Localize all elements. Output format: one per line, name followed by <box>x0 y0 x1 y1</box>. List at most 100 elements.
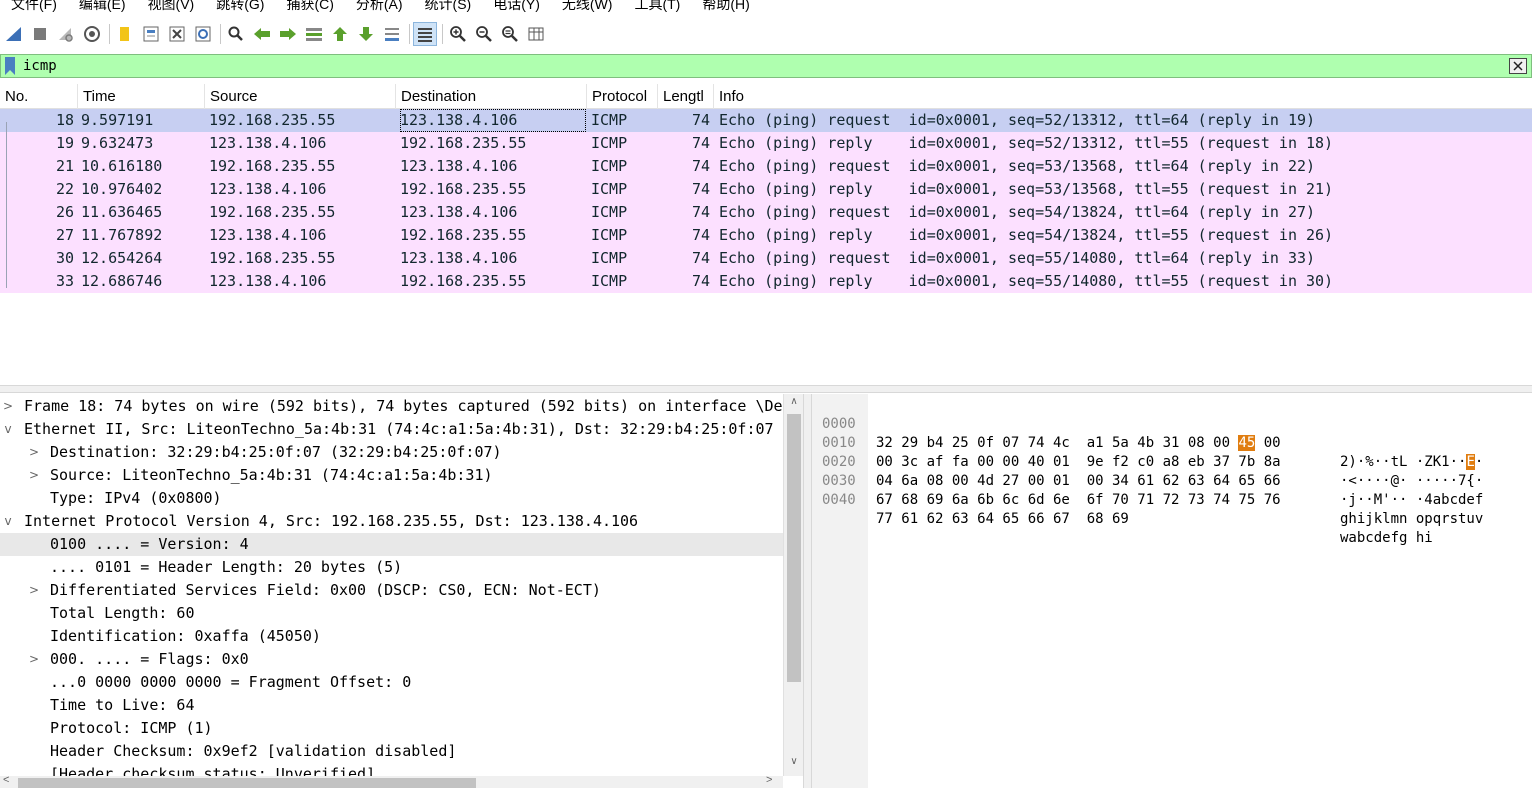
goto-icon[interactable] <box>302 22 326 46</box>
hex-bytes[interactable]: 32 29 b4 25 0f 07 74 4c a1 5a 4b 31 08 0… <box>876 434 1281 453</box>
expand-chevron-icon[interactable]: > <box>2 395 14 418</box>
tree-row-ip-flags[interactable]: > 000. .... = Flags: 0x0 <box>0 648 803 671</box>
find-icon[interactable] <box>224 22 248 46</box>
expand-chevron-icon[interactable]: > <box>28 464 40 487</box>
hex-bytes[interactable]: 77 61 62 63 64 65 66 67 68 69 <box>876 510 1129 529</box>
packet-row[interactable]: 26 11.636465 192.168.235.55 123.138.4.10… <box>0 201 1532 224</box>
column-header-info[interactable]: Info <box>714 84 1532 109</box>
restart-icon[interactable] <box>54 22 78 46</box>
packet-row[interactable]: 21 10.616180 192.168.235.55 123.138.4.10… <box>0 155 1532 178</box>
packet-row[interactable]: 19 9.632473 123.138.4.106 192.168.235.55… <box>0 132 1532 155</box>
first-packet-icon[interactable] <box>328 22 352 46</box>
expand-chevron-icon[interactable]: > <box>28 579 40 602</box>
open-icon[interactable] <box>113 22 137 46</box>
tree-row-eth-destination[interactable]: > Destination: 32:29:b4:25:0f:07 (32:29:… <box>0 441 803 464</box>
display-filter-input[interactable] <box>23 55 1507 77</box>
ascii-bytes[interactable]: ·<····@· ·····7{· <box>1340 472 1483 491</box>
last-packet-icon[interactable] <box>354 22 378 46</box>
tree-row-ip-header-length[interactable]: .... 0101 = Header Length: 20 bytes (5) <box>0 556 803 579</box>
tree-row-ip-dsfield[interactable]: > Differentiated Services Field: 0x00 (D… <box>0 579 803 602</box>
column-header-protocol[interactable]: Protocol <box>587 84 658 109</box>
menu-view[interactable]: 视图(V) <box>137 0 206 14</box>
tree-row-ip-protocol[interactable]: Protocol: ICMP (1) <box>0 717 803 740</box>
column-header-destination[interactable]: Destination <box>396 84 587 109</box>
tree-row-ip-total-length[interactable]: Total Length: 60 <box>0 602 803 625</box>
ascii-bytes[interactable]: ·j··M'·· ·4abcdef <box>1340 491 1483 510</box>
tree-row-eth-type[interactable]: Type: IPv4 (0x0800) <box>0 487 803 510</box>
hex-byte-selected[interactable]: 45 <box>1238 435 1256 451</box>
resize-columns-icon[interactable] <box>524 22 548 46</box>
forward-icon[interactable] <box>276 22 300 46</box>
ascii-bytes[interactable]: wabcdefg hi <box>1340 529 1433 548</box>
colorize-icon[interactable] <box>413 22 437 46</box>
column-header-time[interactable]: Time <box>78 84 205 109</box>
packet-row[interactable]: 30 12.654264 192.168.235.55 123.138.4.10… <box>0 247 1532 270</box>
tree-row-ip-checksum[interactable]: Header Checksum: 0x9ef2 [validation disa… <box>0 740 803 763</box>
zoom-out-icon[interactable] <box>472 22 496 46</box>
menu-edit[interactable]: 编辑(E) <box>68 0 137 14</box>
menu-tools[interactable]: 工具(T) <box>623 0 691 14</box>
tree-row-ip-version[interactable]: 0100 .... = Version: 4 <box>0 533 803 556</box>
menu-help[interactable]: 帮助(H) <box>691 0 760 14</box>
back-icon[interactable] <box>250 22 274 46</box>
details-scroll-thumb[interactable] <box>787 414 801 682</box>
scroll-up-arrow-icon[interactable]: ∧ <box>787 396 801 410</box>
tree-row-ipv4[interactable]: v Internet Protocol Version 4, Src: 192.… <box>0 510 803 533</box>
menu-go[interactable]: 跳转(G) <box>205 0 275 14</box>
collapse-chevron-icon[interactable]: v <box>2 418 14 441</box>
pane-splitter-vertical[interactable] <box>803 394 812 788</box>
tree-row-ethernet[interactable]: v Ethernet II, Src: LiteonTechno_5a:4b:3… <box>0 418 803 441</box>
packet-row[interactable]: 33 12.686746 123.138.4.106 192.168.235.5… <box>0 270 1532 293</box>
clear-filter-icon[interactable] <box>1507 56 1529 76</box>
details-hscroll-thumb[interactable] <box>18 778 476 788</box>
ascii-byte-selected[interactable]: E <box>1466 454 1475 470</box>
reload-icon[interactable] <box>191 22 215 46</box>
bookmark-icon[interactable] <box>3 56 17 76</box>
pane-splitter-horizontal[interactable] <box>0 385 1532 393</box>
hex-bytes[interactable]: 00 3c af fa 00 00 40 01 9e f2 c0 a8 eb 3… <box>876 453 1281 472</box>
stop-icon[interactable] <box>28 22 52 46</box>
menu-analyze[interactable]: 分析(A) <box>345 0 414 14</box>
autoscroll-icon[interactable] <box>380 22 404 46</box>
expand-chevron-icon[interactable]: > <box>28 441 40 464</box>
column-header-source[interactable]: Source <box>205 84 396 109</box>
hex-bytes[interactable]: 04 6a 08 00 4d 27 00 01 00 34 61 62 63 6… <box>876 472 1281 491</box>
zoom-in-icon[interactable] <box>446 22 470 46</box>
scroll-left-arrow-icon[interactable]: < <box>3 774 9 786</box>
bytes-row[interactable]: 0020 04 6a 08 00 4d 27 00 01 00 34 61 62… <box>812 434 1483 508</box>
column-header-no[interactable]: No. <box>0 84 78 109</box>
shark-fin-icon[interactable] <box>2 22 26 46</box>
tree-row-eth-source[interactable]: > Source: LiteonTechno_5a:4b:31 (74:4c:a… <box>0 464 803 487</box>
menu-telephony[interactable]: 电话(Y) <box>482 0 551 14</box>
collapse-chevron-icon[interactable]: v <box>2 510 14 533</box>
tree-row-frame[interactable]: > Frame 18: 74 bytes on wire (592 bits),… <box>0 395 803 418</box>
options-icon[interactable] <box>80 22 104 46</box>
scroll-right-arrow-icon[interactable]: > <box>766 774 772 786</box>
menu-file[interactable]: 文件(F) <box>0 0 68 14</box>
bytes-row[interactable]: 0040 77 61 62 63 64 65 66 67 68 69 wabcd… <box>812 472 1433 546</box>
ascii-bytes[interactable]: ghijklmn opqrstuv <box>1340 510 1483 529</box>
scroll-down-arrow-icon[interactable]: ∨ <box>787 756 801 770</box>
close-file-icon[interactable] <box>165 22 189 46</box>
zoom-normal-icon[interactable] <box>498 22 522 46</box>
tree-row-ip-identification[interactable]: Identification: 0xaffa (45050) <box>0 625 803 648</box>
details-horizontal-scrollbar[interactable]: < > <box>0 774 783 788</box>
menu-wireless[interactable]: 无线(W) <box>551 0 624 14</box>
tree-row-ip-frag-offset[interactable]: ...0 0000 0000 0000 = Fragment Offset: 0 <box>0 671 803 694</box>
menu-statistics[interactable]: 统计(S) <box>414 0 483 14</box>
bytes-row[interactable]: 0000 32 29 b4 25 0f 07 74 4c a1 5a 4b 31… <box>812 396 1483 470</box>
details-vertical-scrollbar[interactable]: ∧ ∨ <box>783 394 803 776</box>
packet-row[interactable]: 27 11.767892 123.138.4.106 192.168.235.5… <box>0 224 1532 247</box>
hex-bytes[interactable]: 67 68 69 6a 6b 6c 6d 6e 6f 70 71 72 73 7… <box>876 491 1281 510</box>
bytes-row[interactable]: 0030 67 68 69 6a 6b 6c 6d 6e 6f 70 71 72… <box>812 453 1483 527</box>
bytes-row[interactable]: 0010 00 3c af fa 00 00 40 01 9e f2 c0 a8… <box>812 415 1483 489</box>
menu-capture[interactable]: 捕获(C) <box>275 0 344 14</box>
column-header-length[interactable]: Lengtl <box>658 84 714 109</box>
packet-row[interactable]: 18 9.597191 192.168.235.55 123.138.4.106… <box>0 109 1532 132</box>
expand-chevron-icon[interactable]: > <box>28 648 40 671</box>
tree-row-ip-ttl[interactable]: Time to Live: 64 <box>0 694 803 717</box>
save-icon[interactable] <box>139 22 163 46</box>
ascii-bytes[interactable]: 2)·%··tL ·ZK1··E· <box>1340 453 1483 472</box>
packet-row[interactable]: 22 10.976402 123.138.4.106 192.168.235.5… <box>0 178 1532 201</box>
packet-length: 74 <box>691 249 710 267</box>
